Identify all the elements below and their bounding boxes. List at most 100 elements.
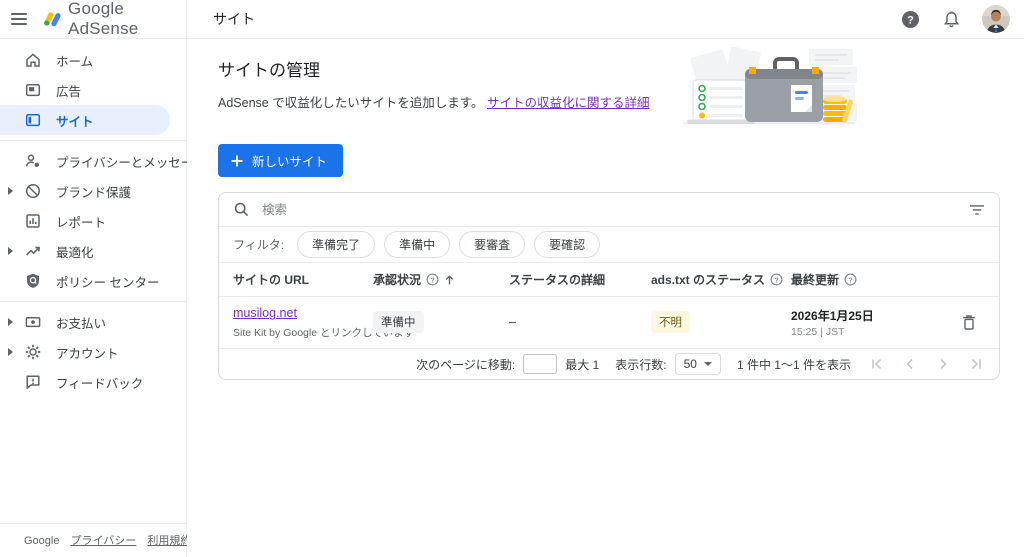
sidebar-divider: [0, 301, 186, 302]
sort-ascending-icon[interactable]: [444, 274, 455, 286]
sidebar-divider: [0, 140, 186, 141]
sites-table-card: フィルタ: 準備完了 準備中 要審査 要確認 サイトの URL 承認状況 ?: [218, 192, 1000, 380]
help-circle-icon[interactable]: ?: [426, 273, 439, 286]
svg-text:?: ?: [907, 14, 914, 26]
policy-center-icon: [27, 273, 39, 288]
goto-page-label: 次のページに移動:: [416, 357, 516, 372]
last-page-icon[interactable]: [968, 356, 984, 372]
sidebar-item-privacy-messages[interactable]: プライバシーとメッセージ: [0, 146, 206, 176]
trash-icon: [963, 314, 975, 330]
last-updated-time: 15:25 | JST: [791, 325, 845, 338]
filter-chip-getting-ready[interactable]: 準備中: [384, 231, 451, 258]
monetization-details-link[interactable]: サイトの収益化に関する詳細: [487, 96, 650, 110]
next-page-icon[interactable]: [935, 356, 951, 372]
delete-site-button[interactable]: [953, 314, 985, 331]
sidebar-item-ads[interactable]: 広告: [0, 75, 186, 105]
search-bar: [219, 193, 999, 227]
sidebar-item-reports[interactable]: レポート: [0, 206, 186, 236]
account-avatar[interactable]: [982, 5, 1010, 33]
help-circle-icon[interactable]: ?: [770, 273, 783, 286]
expand-caret-icon[interactable]: [8, 187, 13, 195]
sidebar-item-sites[interactable]: サイト: [0, 105, 170, 135]
expand-caret-icon[interactable]: [8, 318, 13, 326]
terms-link[interactable]: 利用規約: [147, 535, 191, 547]
optimization-icon: [26, 246, 40, 256]
col-header-status-detail: ステータスの詳細: [509, 273, 606, 287]
footer-brand: Google: [24, 535, 60, 547]
adsense-logo[interactable]: Google AdSense: [40, 0, 186, 39]
feedback-icon: [26, 375, 40, 389]
expand-caret-icon[interactable]: [8, 247, 13, 255]
sidebar-item-feedback[interactable]: フィードバック: [0, 367, 186, 397]
main-content: サイトの管理 AdSense で収益化したいサイトを追加します。 サイトの収益化…: [187, 39, 1024, 557]
briefcase-illustration: [683, 47, 857, 125]
brand-protection-icon: [25, 183, 41, 199]
sidebar-footer: Google プライバシー 利用規約: [0, 523, 191, 557]
page-description: AdSense で収益化したいサイトを追加します。 サイトの収益化に関する詳細: [218, 96, 650, 110]
help-icon[interactable]: ?: [900, 9, 920, 29]
pagination-bar: 次のページに移動: 最大 1 表示行数: 50 1 件中 1～1 件を表示: [219, 349, 999, 379]
filter-label: フィルタ:: [233, 238, 285, 252]
sidebar-nav: ホーム 広告 サイト プライバシーとメッセージ ブランド保護 レポート 最適化 …: [0, 39, 206, 557]
previous-page-icon[interactable]: [902, 356, 918, 372]
col-header-last-updated: 最終更新 ?: [791, 271, 953, 288]
first-page-icon[interactable]: [869, 356, 885, 372]
pagination-range-text: 1 件中 1～1 件を表示: [736, 357, 851, 372]
expand-caret-icon[interactable]: [8, 348, 13, 356]
filter-list-icon[interactable]: [969, 203, 985, 217]
last-updated-date: 2026年1月25日: [791, 308, 874, 323]
approval-status-badge: 準備中: [373, 311, 424, 333]
sidebar-item-home[interactable]: ホーム: [0, 45, 186, 75]
plus-icon: [231, 155, 243, 166]
site-url-link[interactable]: musilog.net: [233, 306, 297, 320]
ads-txt-status-cell: 不明: [651, 311, 791, 333]
sidebar-item-payments[interactable]: お支払い: [0, 307, 186, 337]
sidebar-item-brand-protection[interactable]: ブランド保護: [0, 176, 186, 206]
table-row: musilog.net Site Kit by Google とリンクしています…: [219, 297, 999, 349]
status-detail-cell: –: [509, 315, 516, 329]
chevron-down-icon: [703, 362, 712, 366]
payments-icon: [25, 317, 41, 328]
max-pages-label: 最大 1: [565, 357, 600, 372]
sidebar-item-account[interactable]: アカウント: [0, 337, 186, 367]
page-title: サイト: [213, 11, 255, 27]
filter-chip-ready[interactable]: 準備完了: [297, 231, 376, 258]
sites-icon: [25, 114, 41, 127]
approval-status-cell: 準備中: [373, 311, 509, 333]
privacy-link[interactable]: プライバシー: [71, 535, 137, 547]
site-kit-note: Site Kit by Google とリンクしています: [233, 327, 415, 339]
filter-chips-row: フィルタ: 準備完了 準備中 要審査 要確認: [219, 227, 999, 263]
table-header-row: サイトの URL 承認状況 ? ステータスの詳細 ads.txt のステータス: [219, 263, 999, 297]
account-gear-icon: [25, 344, 41, 360]
search-input[interactable]: [262, 202, 969, 217]
filter-chip-needs-attention[interactable]: 要確認: [534, 231, 601, 258]
privacy-messages-icon: [26, 154, 39, 167]
ads-icon: [25, 84, 41, 97]
svg-text:?: ?: [774, 275, 779, 284]
sidebar-item-optimization[interactable]: 最適化: [0, 236, 186, 266]
rows-per-page-select[interactable]: 50: [674, 353, 721, 375]
notifications-bell-icon[interactable]: [941, 9, 961, 29]
site-url-cell: musilog.net Site Kit by Google とリンクしています: [233, 304, 415, 340]
filter-chip-needs-review[interactable]: 要審査: [459, 231, 526, 258]
search-icon: [234, 202, 249, 217]
page-heading: サイトの管理: [218, 61, 320, 80]
col-header-approval-status[interactable]: 承認状況 ?: [373, 271, 509, 288]
svg-text:?: ?: [430, 275, 435, 284]
adsense-logo-icon: [44, 12, 61, 27]
last-updated-cell: 2026年1月25日 15:25 | JST: [791, 307, 953, 338]
rows-per-page-label: 表示行数:: [615, 357, 667, 372]
goto-page-input[interactable]: [523, 354, 558, 374]
home-icon: [26, 53, 40, 67]
help-circle-icon[interactable]: ?: [844, 273, 857, 286]
reports-icon: [26, 214, 40, 228]
new-site-button[interactable]: 新しいサイト: [218, 144, 344, 177]
col-header-site-url: サイトの URL: [233, 273, 309, 287]
topbar-logo-area: Google AdSense: [0, 0, 187, 38]
col-header-ads-txt-status: ads.txt のステータス ?: [651, 271, 791, 288]
menu-icon[interactable]: [11, 10, 28, 28]
sidebar-item-policy-center[interactable]: ポリシー センター: [0, 266, 186, 296]
svg-text:?: ?: [848, 275, 853, 284]
top-app-bar: Google AdSense サイト ?: [0, 0, 1024, 39]
logo-text: Google AdSense: [68, 0, 139, 38]
